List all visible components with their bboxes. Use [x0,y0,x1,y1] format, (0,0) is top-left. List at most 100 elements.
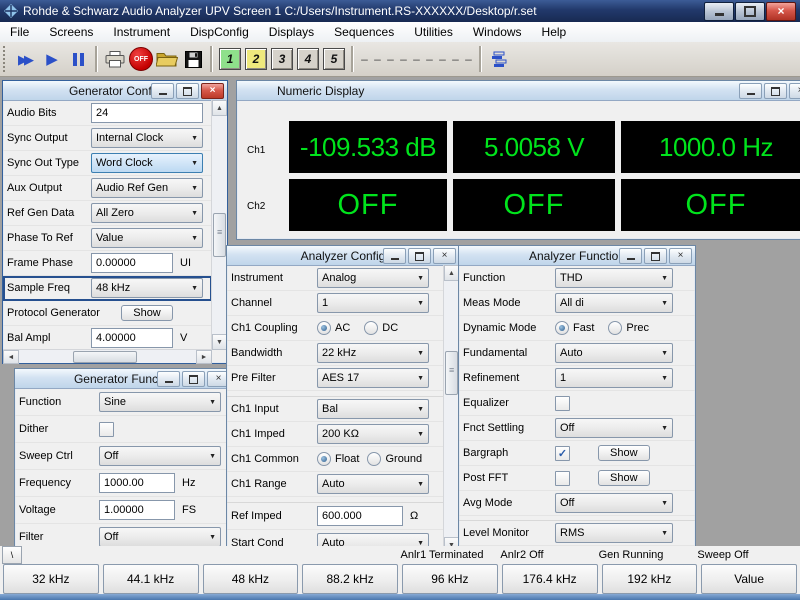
close-button[interactable]: × [669,248,692,264]
restore-button[interactable] [764,83,787,99]
bargraph-checkbox[interactable] [555,445,570,461]
function-select[interactable]: THD ▼ [555,268,673,288]
softkey-88-2khz[interactable]: 88.2 kHz [302,564,398,594]
fast-radio[interactable] [555,321,569,335]
ch1-imped-select[interactable]: 200 KΩ ▼ [317,424,429,444]
dither-checkbox[interactable] [99,421,114,437]
ac-radio[interactable] [317,321,331,335]
minimize-button[interactable] [151,83,174,99]
menu-dispconfig[interactable]: DispConfig [180,23,259,41]
ref-imped-input[interactable]: 600.000 [317,506,403,526]
analyzer-function-titlebar[interactable]: Analyzer Function × [459,246,695,266]
restore-button[interactable] [182,371,205,387]
bandwidth-select[interactable]: 22 kHz ▼ [317,343,429,363]
vertical-scrollbar[interactable]: ▲ ▼ [211,100,227,350]
close-button[interactable]: × [201,83,224,99]
float-radio[interactable] [317,452,331,466]
post-fft-show-button[interactable]: Show [598,470,650,486]
ground-radio[interactable] [367,452,382,466]
menu-utilities[interactable]: Utilities [404,23,463,41]
scroll-right-icon[interactable]: ► [196,350,212,364]
equalizer-checkbox[interactable] [555,395,570,411]
ch1-range-select[interactable]: Auto ▼ [317,474,429,494]
close-button[interactable]: × [433,248,456,264]
horizontal-scrollbar[interactable]: ◄ ► [3,349,212,364]
protocol-generator-show-button[interactable]: Show [121,305,173,321]
phase-to-ref-select[interactable]: Value ▼ [91,228,203,248]
softkey-44-1khz[interactable]: 44.1 kHz [102,564,199,594]
screen-1-button[interactable]: 1 [219,48,241,70]
output-off-button[interactable]: OFF [128,46,154,72]
softkey-192khz[interactable]: 192 kHz [601,564,698,594]
minimize-button[interactable] [383,248,406,264]
pause-button[interactable] [65,46,91,72]
bargraph-show-button[interactable]: Show [598,445,650,461]
vertical-scrollbar[interactable]: ▲ ▼ [443,265,459,553]
post-fft-checkbox[interactable] [555,470,570,486]
save-button[interactable] [180,46,206,72]
avg-mode-select[interactable]: Off ▼ [555,493,673,513]
softkey-48khz[interactable]: 48 kHz [202,564,299,594]
menu-displays[interactable]: Displays [259,23,324,41]
sync-output-select[interactable]: Internal Clock ▼ [91,128,203,148]
generator-function-titlebar[interactable]: Generator Functi... × [15,369,233,389]
maximize-button[interactable] [735,1,765,21]
ch1-input-select[interactable]: Bal ▼ [317,399,429,419]
frequency-input[interactable]: 1000.00 [99,473,175,493]
prec-radio[interactable] [608,321,623,335]
ref-gen-data-select[interactable]: All Zero ▼ [91,203,203,223]
minimize-button[interactable] [704,1,734,21]
menu-instrument[interactable]: Instrument [103,23,180,41]
instrument-select[interactable]: Analog ▼ [317,268,429,288]
menu-sequences[interactable]: Sequences [324,23,404,41]
minimize-button[interactable] [157,371,180,387]
bal-ampl-input[interactable]: 4.00000 [91,328,173,348]
scrollbar-thumb[interactable] [213,212,226,257]
scrollbar-thumb[interactable] [445,351,458,396]
close-button[interactable]: × [766,1,796,21]
play-button[interactable]: ▶ [39,46,65,72]
frame-phase-input[interactable]: 0.00000 [91,253,173,273]
voltage-input[interactable]: 1.00000 [99,500,175,520]
filter-select[interactable]: Off ▼ [99,527,221,547]
function-select[interactable]: Sine ▼ [99,392,221,412]
sweep-ctrl-select[interactable]: Off ▼ [99,446,221,466]
fnct-settling-select[interactable]: Off ▼ [555,418,673,438]
channel-select[interactable]: 1 ▼ [317,293,429,313]
softkey-176-4khz[interactable]: 176.4 kHz [501,564,598,594]
fundamental-select[interactable]: Auto ▼ [555,343,673,363]
close-button[interactable]: × [789,83,800,99]
meas-mode-select[interactable]: All di ▼ [555,293,673,313]
dc-radio[interactable] [364,321,379,335]
sample-freq-select[interactable]: 48 kHz ▼ [91,278,203,298]
refinement-select[interactable]: 1 ▼ [555,368,673,388]
softkey-96khz[interactable]: 96 kHz [402,564,498,594]
scroll-down-icon[interactable]: ▼ [212,334,227,350]
audio-bits-input[interactable]: 24 [91,103,203,123]
screen-2-button[interactable]: 2 [245,48,267,70]
numeric-display-titlebar[interactable]: Numeric Display × [237,81,800,101]
minimize-button[interactable] [739,83,762,99]
menu-screens[interactable]: Screens [39,23,103,41]
menu-help[interactable]: Help [532,23,577,41]
menu-file[interactable]: File [0,23,39,41]
pre-filter-select[interactable]: AES 17 ▼ [317,368,429,388]
restore-button[interactable] [176,83,199,99]
scroll-up-icon[interactable]: ▲ [212,100,227,116]
sequence-button[interactable] [486,46,512,72]
scroll-left-icon[interactable]: ◄ [3,350,19,364]
generator-config-titlebar[interactable]: Generator Config × [3,81,227,101]
screen-5-button[interactable]: 5 [323,48,345,70]
softkey-32khz[interactable]: 32 kHz [3,564,99,594]
restore-button[interactable] [644,248,667,264]
print-button[interactable] [102,46,128,72]
level-monitor-select[interactable]: RMS ▼ [555,523,673,543]
screen-3-button[interactable]: 3 [271,48,293,70]
restore-button[interactable] [408,248,431,264]
screen-4-button[interactable]: 4 [297,48,319,70]
aux-output-select[interactable]: Audio Ref Gen ▼ [91,178,203,198]
softkey-value[interactable]: Value [701,564,797,594]
fast-forward-button[interactable]: ▶▶ [13,46,39,72]
menu-windows[interactable]: Windows [463,23,532,41]
scroll-up-icon[interactable]: ▲ [444,265,459,281]
